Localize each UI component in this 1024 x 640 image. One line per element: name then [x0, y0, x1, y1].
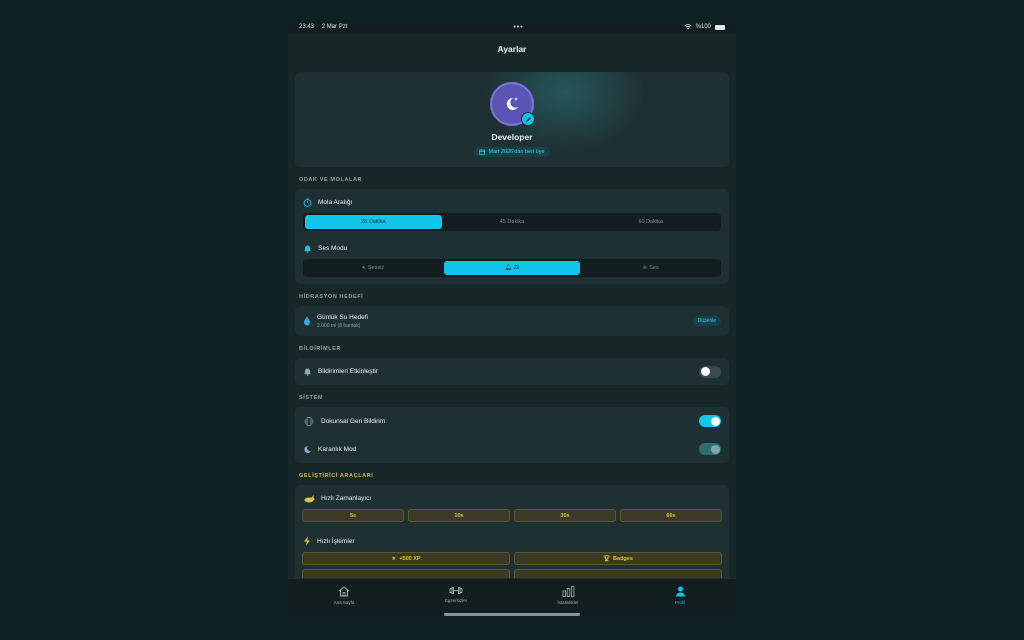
section-hydration: HİDRASYON HEDEFİ — [299, 294, 364, 300]
pencil-icon — [525, 116, 531, 122]
bell-wave-icon — [304, 245, 311, 253]
notifications-label: Bildirimleri Etkinleştir — [318, 368, 378, 375]
quick-timer-60s[interactable]: 60s — [620, 509, 722, 522]
house-icon — [338, 586, 350, 597]
haptic-toggle[interactable] — [699, 415, 721, 427]
sound-mode-selector: 🔇︎ Sessiz 🔔︎ Zil ≋ Ses — [303, 259, 721, 277]
bell-icon — [304, 368, 311, 376]
edit-water-goal-button[interactable]: Düzenle — [692, 316, 721, 326]
bar-chart-icon — [562, 586, 574, 597]
calendar-icon — [479, 149, 486, 155]
notifications-toggle[interactable] — [699, 365, 721, 378]
multitask-dots[interactable]: ••• — [513, 24, 523, 31]
dumbbell-icon — [449, 587, 463, 594]
sound-mode-label: Ses Modu — [318, 244, 348, 252]
section-system: SİSTEM — [299, 395, 324, 401]
quick-timer-buttons: 5s 10s 30s 60s — [295, 509, 729, 522]
edit-avatar-button[interactable] — [521, 112, 535, 126]
sound-option-bell[interactable]: 🔔︎ Zil — [443, 261, 581, 275]
tab-profile[interactable]: Profil — [624, 579, 736, 620]
quick-timer-10s[interactable]: 10s — [408, 509, 510, 522]
sound-option-silent[interactable]: 🔇︎ Sessiz — [305, 261, 442, 275]
section-focus: ODAK VE MOLALAR — [299, 177, 363, 183]
add-xp-button[interactable]: ★ +500 XP — [302, 552, 510, 565]
dev-action-button[interactable] — [302, 569, 510, 578]
tab-bar: Ana Sayfa Egzersizler İstatistikler Prof… — [288, 578, 736, 620]
quick-timer-label: Hızlı Zamanlayıcı — [321, 494, 372, 502]
section-dev-tools: GELİŞTİRİCİ ARAÇLARI — [299, 473, 374, 479]
avatar[interactable] — [490, 82, 535, 126]
status-time: 23:43 — [299, 24, 315, 30]
quick-action-buttons: ★ +500 XP 🏆︎ Badges — [295, 552, 729, 565]
status-date: 2 Mar Pzt — [321, 24, 348, 30]
bolt-icon — [304, 536, 310, 546]
notifications-card: Bildirimleri Etkinleştir — [295, 358, 729, 385]
break-interval-selector: 25 Dakika 45 Dakika 60 Dakika — [303, 213, 721, 231]
waveform-icon: ≋ — [642, 265, 648, 271]
break-option-25[interactable]: 25 Dakika — [305, 215, 442, 229]
haptic-label: Dokunsal Geri Bildirim — [321, 417, 386, 425]
mute-icon: 🔇︎ — [362, 264, 366, 271]
dev-action-button[interactable] — [514, 569, 722, 578]
quick-timer-30s[interactable]: 30s — [514, 509, 616, 522]
wifi-icon — [683, 24, 692, 30]
quick-timer-5s[interactable]: 5s — [302, 509, 404, 522]
break-interval-label: Mola Aralığı — [318, 198, 353, 206]
haptic-phone-icon — [304, 416, 314, 426]
person-icon — [675, 586, 685, 597]
moon-icon — [304, 445, 311, 453]
water-goal-label: Günlük Su Hedefi — [317, 313, 368, 321]
bell-icon: 🔔︎ — [504, 265, 512, 271]
focus-card: Mola Aralığı 25 Dakika 45 Dakika 60 Daki… — [295, 189, 729, 284]
water-drop-icon — [304, 316, 310, 326]
battery-percent: %100 — [695, 24, 711, 30]
member-since-text: Mart 2026'dan beri üye — [488, 149, 545, 155]
profile-card: Developer Mart 2026'dan beri üye — [295, 72, 729, 167]
page-title: Ayarlar — [497, 44, 527, 54]
profile-name: Developer — [491, 132, 533, 142]
quick-actions-label: Hızlı İşlemler — [317, 537, 355, 545]
break-option-60[interactable]: 60 Dakika — [582, 215, 719, 229]
home-indicator[interactable] — [444, 613, 580, 616]
hydration-card: Günlük Su Hedefi 2.000 ml (8 bardak) Düz… — [295, 306, 729, 336]
break-option-45[interactable]: 45 Dakika — [444, 215, 581, 229]
dark-mode-label: Karanlık Mod — [318, 445, 357, 453]
timer-icon — [303, 197, 312, 207]
settings-screen: 23:43 2 Mar Pzt ••• %100 Ayarlar Develop… — [288, 20, 736, 620]
moon-stars-icon — [506, 97, 519, 110]
settings-scroll[interactable]: Developer Mart 2026'dan beri üye ODAK VE… — [295, 72, 729, 578]
status-bar: 23:43 2 Mar Pzt ••• %100 — [288, 20, 736, 34]
dev-tools-card: Hızlı Zamanlayıcı 5s 10s 30s 60s Hızlı İ… — [295, 485, 729, 578]
member-since-badge: Mart 2026'dan beri üye — [474, 147, 550, 157]
badges-button[interactable]: 🏆︎ Badges — [514, 552, 722, 565]
hare-icon — [304, 494, 315, 502]
sound-option-sound[interactable]: ≋ Ses — [582, 261, 719, 275]
trophy-icon: 🏆︎ — [603, 555, 611, 562]
tab-home[interactable]: Ana Sayfa — [288, 579, 400, 620]
star-icon: ★ — [391, 555, 397, 562]
system-card: Dokunsal Geri Bildirim Karanlık Mod — [295, 407, 729, 463]
water-goal-value: 2.000 ml (8 bardak) — [317, 322, 361, 329]
battery-icon — [715, 24, 725, 30]
section-notifications: BİLDİRİMLER — [299, 346, 342, 352]
dark-mode-toggle[interactable] — [699, 443, 721, 455]
